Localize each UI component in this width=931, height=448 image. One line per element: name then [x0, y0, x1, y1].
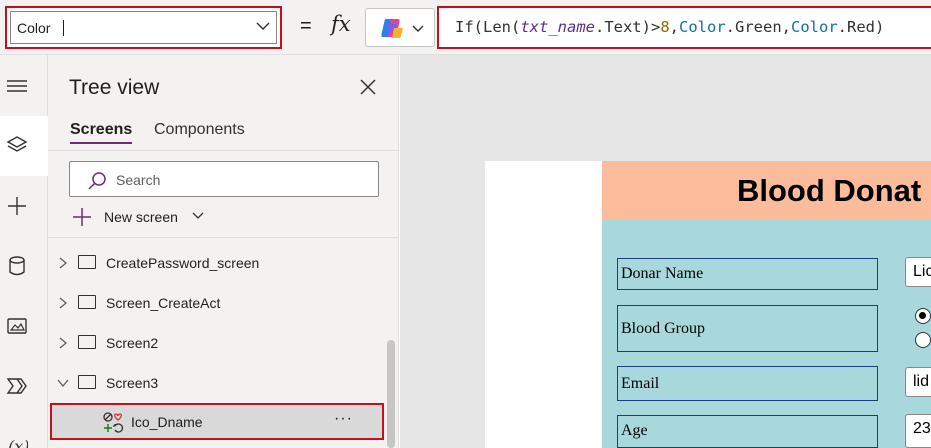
formula-text: If(Len(txt_name.Text)>8,Color.Green,Colo… — [455, 18, 884, 36]
rail-insert-button[interactable] — [0, 185, 48, 229]
new-screen-button[interactable]: New screen — [72, 205, 222, 229]
formula-control: txt_name — [520, 18, 595, 36]
screen-icon — [78, 335, 96, 349]
app-screen: Blood Donat Donar Name Lic Blood Group E… — [485, 161, 931, 448]
chevron-down-icon — [412, 25, 424, 32]
tab-screens[interactable]: Screens — [70, 121, 132, 139]
formula-comma: , — [669, 18, 679, 36]
panel-title: Tree view — [69, 76, 160, 99]
close-icon[interactable] — [359, 78, 377, 96]
property-value: Color — [17, 20, 51, 36]
tree-item-createpassword-screen[interactable]: CreatePassword_screen — [48, 243, 388, 283]
formula-fn-if: If( — [455, 18, 483, 36]
tree-item-screen-createact[interactable]: Screen_CreateAct — [48, 283, 388, 323]
rail-power-automate-button[interactable] — [0, 365, 48, 409]
tree-item-label: CreatePassword_screen — [106, 255, 260, 271]
icon-control-icon — [103, 412, 124, 433]
formula-enum-red: Color — [791, 18, 838, 36]
label-email: Email — [617, 366, 878, 401]
chevron-down-icon — [256, 22, 270, 30]
property-dropdown[interactable]: Color — [5, 6, 282, 49]
copilot-icon — [381, 19, 403, 38]
plus-icon — [8, 197, 26, 215]
formula-number: 8 — [660, 18, 670, 36]
plus-icon — [73, 208, 91, 226]
screen-icon — [78, 255, 96, 269]
layers-icon — [6, 136, 28, 152]
rail-data-button[interactable] — [0, 245, 48, 289]
tab-components[interactable]: Components — [154, 121, 245, 139]
app-title: Blood Donat — [737, 173, 922, 208]
input-age[interactable]: 23 — [905, 414, 931, 448]
label-age: Age — [617, 415, 878, 448]
formula-green-member: .Green, — [725, 18, 791, 36]
search-input[interactable]: Search — [69, 161, 379, 197]
rail-menu-button[interactable] — [0, 65, 48, 109]
left-rail: (x) — [0, 55, 48, 448]
rail-media-button[interactable] — [0, 305, 48, 349]
input-donar-name[interactable]: Lic — [905, 257, 931, 287]
formula-red-member: .Red) — [837, 18, 885, 36]
divider — [48, 237, 399, 238]
divider — [48, 150, 399, 151]
tree-item-screen2[interactable]: Screen2 — [48, 323, 388, 363]
chevron-right-icon[interactable] — [58, 337, 68, 349]
rail-variables-button[interactable]: (x) — [0, 425, 48, 448]
formula-bar: Color = fx If(Len(txt_name.Text)>8,Color… — [0, 0, 931, 55]
chevron-right-icon[interactable] — [58, 297, 68, 309]
formula-enum-green: Color — [679, 18, 726, 36]
formula-fn-len: Len( — [483, 18, 521, 36]
formula-prop: .Text)> — [594, 18, 661, 36]
variables-icon: (x) — [8, 437, 28, 448]
fx-icon: fx — [331, 12, 351, 36]
search-icon — [88, 172, 106, 190]
tree-item-label: Ico_Dname — [131, 414, 203, 430]
label-donar-name: Donar Name — [617, 258, 878, 290]
equals-sign: = — [300, 15, 312, 37]
input-email[interactable]: lid — [905, 367, 931, 397]
tree-view-panel: Tree view Screens Components Search New … — [48, 55, 399, 448]
tree-item-label: Screen_CreateAct — [106, 295, 221, 311]
tree-item-label: Screen3 — [106, 375, 159, 391]
text-caret — [63, 20, 64, 36]
screen-icon — [78, 375, 96, 389]
search-placeholder: Search — [116, 172, 161, 188]
chevron-right-icon[interactable] — [58, 257, 68, 269]
power-apps-studio: Color = fx If(Len(txt_name.Text)>8,Color… — [0, 0, 931, 448]
label-blood-group: Blood Group — [617, 305, 878, 352]
formula-input[interactable]: If(Len(txt_name.Text)>8,Color.Green,Colo… — [437, 6, 931, 49]
power-automate-icon — [6, 378, 27, 394]
rail-tree-view-button[interactable] — [0, 116, 48, 176]
chevron-down-icon[interactable] — [57, 378, 69, 388]
media-icon — [7, 318, 27, 334]
database-icon — [9, 256, 25, 276]
design-canvas: Blood Donat Donar Name Lic Blood Group E… — [400, 55, 931, 448]
tree-item-label: Screen2 — [106, 335, 159, 351]
screen-icon — [78, 295, 96, 309]
tree-item-ico-dname[interactable]: Ico_Dname ··· — [50, 403, 384, 440]
active-tab-indicator — [70, 142, 132, 144]
hamburger-icon — [7, 80, 27, 92]
tree-item-screen3[interactable]: Screen3 — [48, 363, 388, 403]
more-options-icon[interactable]: ··· — [334, 410, 353, 428]
new-screen-label: New screen — [104, 209, 178, 225]
radio-option-1[interactable] — [915, 308, 931, 324]
radio-option-2[interactable] — [915, 332, 931, 348]
tree-scrollbar[interactable] — [387, 340, 395, 448]
chevron-down-icon — [192, 212, 204, 219]
svg-text:(x): (x) — [8, 437, 28, 448]
copilot-button[interactable] — [365, 8, 435, 47]
